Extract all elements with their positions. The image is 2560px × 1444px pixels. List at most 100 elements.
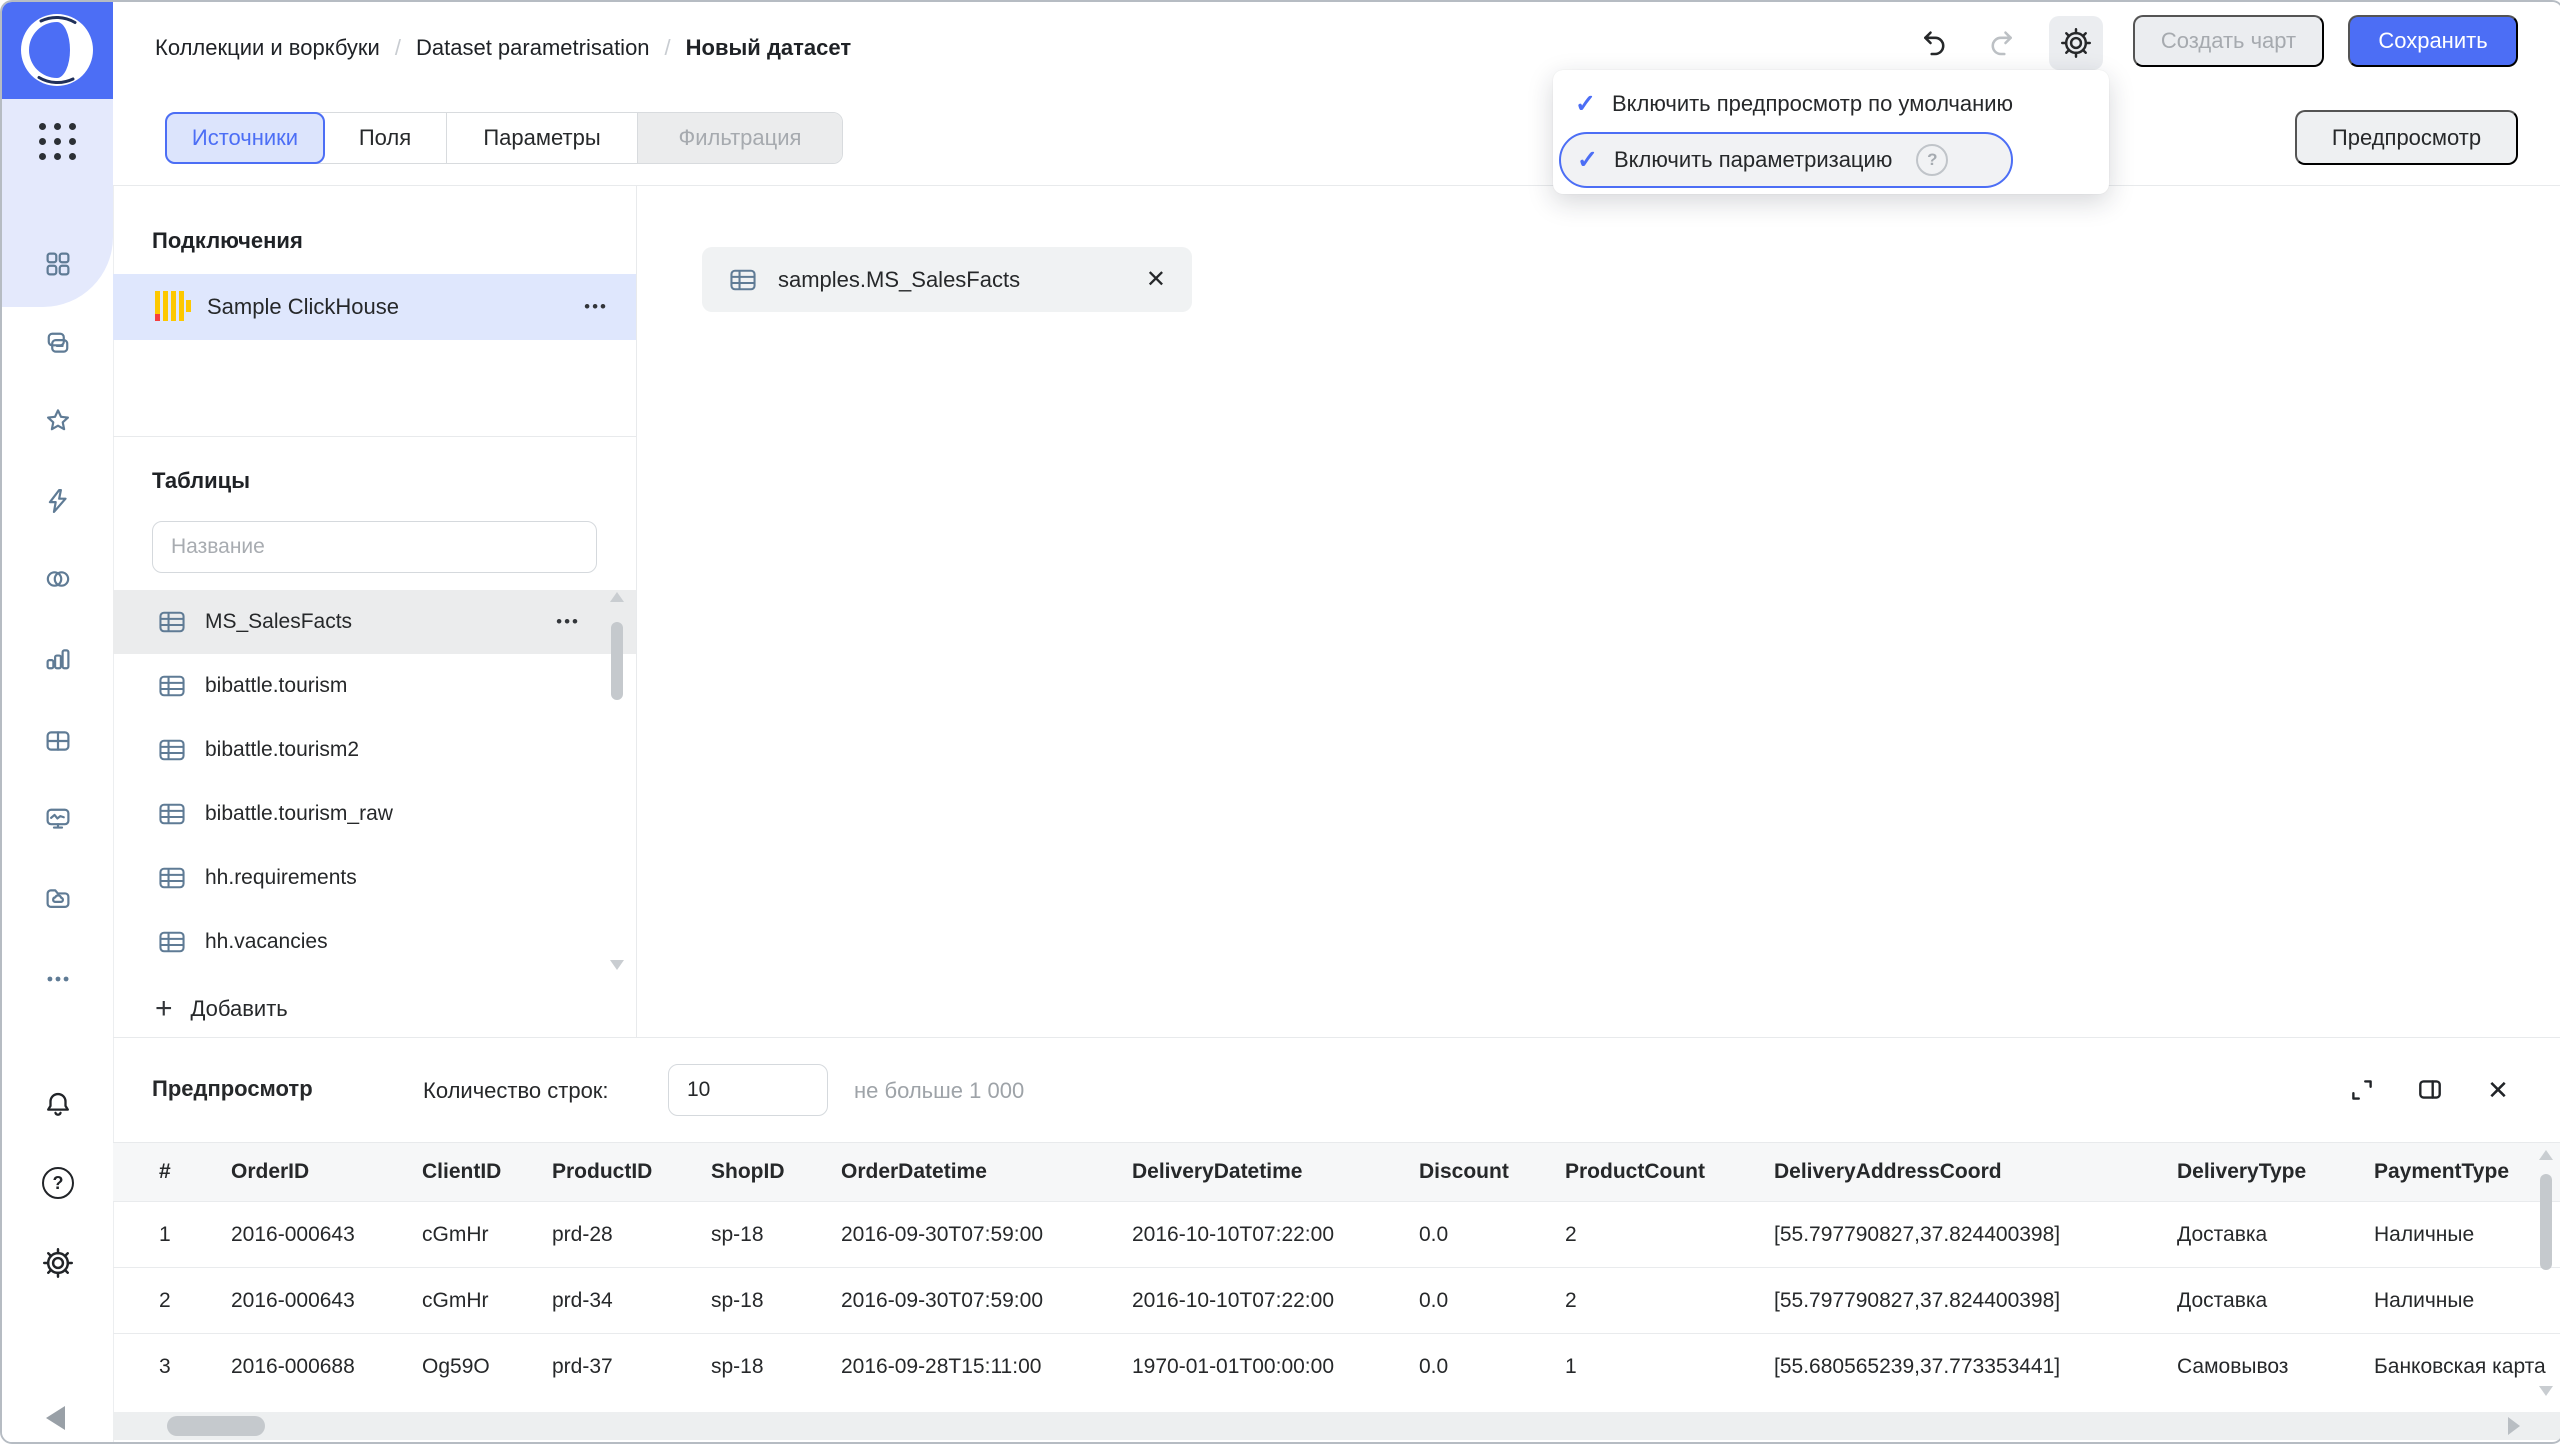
expand-preview-icon[interactable] [2340, 1068, 2384, 1112]
table-list-item[interactable]: bibattle.tourism2 [113, 718, 636, 782]
datalens-dataset-editor: ? Коллекции и воркбуки/Dataset parametri… [0, 0, 2560, 1444]
charts-bar-icon[interactable] [39, 640, 77, 678]
table-cell: Доставка [2177, 1289, 2374, 1313]
table-list-item[interactable]: bibattle.tourism [113, 654, 636, 718]
connections-lightning-icon[interactable] [39, 482, 77, 520]
create-chart-button[interactable]: Создать чарт [2133, 15, 2324, 67]
column-header: OrderDatetime [841, 1160, 1132, 1184]
settings-menu-item-label: Включить параметризацию [1614, 147, 1892, 173]
datasets-circles-icon[interactable] [39, 560, 77, 598]
table-cell: prd-34 [552, 1289, 711, 1313]
sidebar-collapse-arrow-icon[interactable] [46, 1406, 65, 1430]
add-table-button[interactable]: + Добавить [155, 986, 288, 1032]
table-icon [157, 607, 187, 637]
table-cell: sp-18 [711, 1289, 841, 1313]
undo-icon[interactable] [1907, 16, 1961, 70]
split-view-icon[interactable] [2408, 1068, 2452, 1112]
preview-toggle-button[interactable]: Предпросмотр [2295, 110, 2518, 165]
bell-icon[interactable] [39, 1086, 77, 1124]
settings-menu-item[interactable]: ✓Включить предпросмотр по умолчанию [1559, 76, 2103, 132]
preview-panel-title: Предпросмотр [152, 1076, 313, 1102]
preview-table-row: 12016-000643cGmHrprd-28sp-182016-09-30T0… [113, 1201, 2560, 1267]
scroll-down-arrow-icon[interactable] [610, 960, 624, 970]
folder-cloud-icon[interactable] [39, 880, 77, 918]
save-button[interactable]: Сохранить [2348, 15, 2518, 67]
help-icon[interactable]: ? [39, 1164, 77, 1202]
apps-grid-icon[interactable] [39, 123, 76, 160]
breadcrumb-item[interactable]: Dataset parametrisation [416, 35, 650, 61]
table-icon [157, 671, 187, 701]
settings-menu-item[interactable]: ✓Включить параметризацию? [1559, 132, 2013, 188]
table-more-menu-icon[interactable]: ••• [556, 612, 580, 632]
help-circle-icon[interactable]: ? [1916, 144, 1948, 176]
tables-scrollbar[interactable] [609, 590, 625, 972]
table-cell: 2016-000688 [231, 1355, 422, 1379]
table-cell: [55.797790827,37.824400398] [1774, 1289, 2177, 1313]
add-table-label: Добавить [191, 996, 288, 1022]
favorites-star-icon[interactable] [39, 402, 77, 440]
column-header: OrderID [231, 1160, 422, 1184]
scrollbar-thumb[interactable] [611, 622, 623, 700]
more-ellipsis-icon[interactable] [39, 960, 77, 998]
table-list-item[interactable]: hh.vacancies [113, 910, 636, 974]
table-icon [157, 735, 187, 765]
table-cell: 0.0 [1419, 1355, 1565, 1379]
table-cell: 2016-000643 [231, 1289, 422, 1313]
settings-menu-item-label: Включить предпросмотр по умолчанию [1612, 91, 2013, 117]
table-cell: Самовывоз [2177, 1355, 2374, 1379]
table-name: bibattle.tourism_raw [205, 802, 393, 826]
table-icon [157, 927, 187, 957]
sections-divider [113, 436, 636, 437]
redo-icon[interactable] [1975, 16, 2029, 70]
scroll-up-arrow-icon[interactable] [610, 592, 624, 602]
monitor-pulse-icon[interactable] [39, 800, 77, 838]
table-cell: 2016-10-10T07:22:00 [1132, 1289, 1419, 1313]
connection-item-sample-clickhouse[interactable]: Sample ClickHouse ••• [113, 274, 636, 340]
table-grid-icon[interactable] [39, 722, 77, 760]
scroll-right-arrow-icon[interactable] [2508, 1417, 2520, 1435]
question-mark: ? [42, 1167, 74, 1199]
source-table-chip[interactable]: samples.MS_SalesFacts ✕ [702, 247, 1192, 312]
datalens-logo-icon[interactable] [20, 13, 94, 87]
table-name: hh.requirements [205, 866, 357, 890]
dataset-tabs: ИсточникиПоляПараметрыФильтрация [165, 112, 843, 164]
settings-gear-icon[interactable] [39, 1244, 77, 1282]
table-cell: Банковская карта [2374, 1355, 2560, 1379]
breadcrumb-item[interactable]: Коллекции и воркбуки [155, 35, 380, 61]
collections-copy-icon[interactable] [39, 324, 77, 362]
column-header: ProductCount [1565, 1160, 1774, 1184]
connections-title: Подключения [152, 228, 303, 254]
column-header: ProductID [552, 1160, 711, 1184]
table-list-item[interactable]: bibattle.tourism_raw [113, 782, 636, 846]
dashboards-grid-icon[interactable] [39, 245, 77, 283]
preview-table: #OrderIDClientIDProductIDShopIDOrderDate… [113, 1142, 2560, 1404]
tab-fields[interactable]: Поля [324, 113, 447, 163]
remove-source-icon[interactable]: ✕ [1146, 265, 1166, 294]
table-cell: 2016-09-28T15:11:00 [841, 1355, 1132, 1379]
tab-parameters[interactable]: Параметры [447, 113, 638, 163]
table-list-item[interactable]: MS_SalesFacts ••• [113, 590, 636, 654]
scrollbar-thumb[interactable] [167, 1416, 265, 1436]
preview-vertical-scrollbar[interactable] [2538, 1148, 2554, 1398]
close-preview-icon[interactable]: ✕ [2476, 1068, 2520, 1112]
scroll-up-arrow-icon[interactable] [2539, 1150, 2553, 1160]
breadcrumb: Коллекции и воркбуки/Dataset parametrisa… [155, 2, 851, 93]
table-list-item[interactable]: hh.requirements [113, 846, 636, 910]
table-search-input[interactable] [152, 521, 597, 573]
column-header: DeliveryType [2177, 1160, 2374, 1184]
table-name: MS_SalesFacts [205, 610, 352, 634]
dataset-settings-gear-icon[interactable] [2049, 16, 2103, 70]
scrollbar-thumb[interactable] [2540, 1174, 2552, 1270]
table-cell: 2016-09-30T07:59:00 [841, 1289, 1132, 1313]
horizontal-scrollbar[interactable] [113, 1412, 2560, 1440]
table-cell: Доставка [2177, 1223, 2374, 1247]
panel-divider [636, 185, 637, 1037]
left-rail: ? [2, 2, 114, 1442]
row-count-input[interactable] [668, 1064, 828, 1116]
column-header: PaymentType [2374, 1160, 2560, 1184]
tab-sources[interactable]: Источники [165, 112, 325, 164]
table-cell: sp-18 [711, 1223, 841, 1247]
scroll-down-arrow-icon[interactable] [2539, 1386, 2553, 1396]
preview-table-header-row: #OrderIDClientIDProductIDShopIDOrderDate… [113, 1142, 2560, 1201]
connection-more-menu-icon[interactable]: ••• [584, 297, 608, 317]
